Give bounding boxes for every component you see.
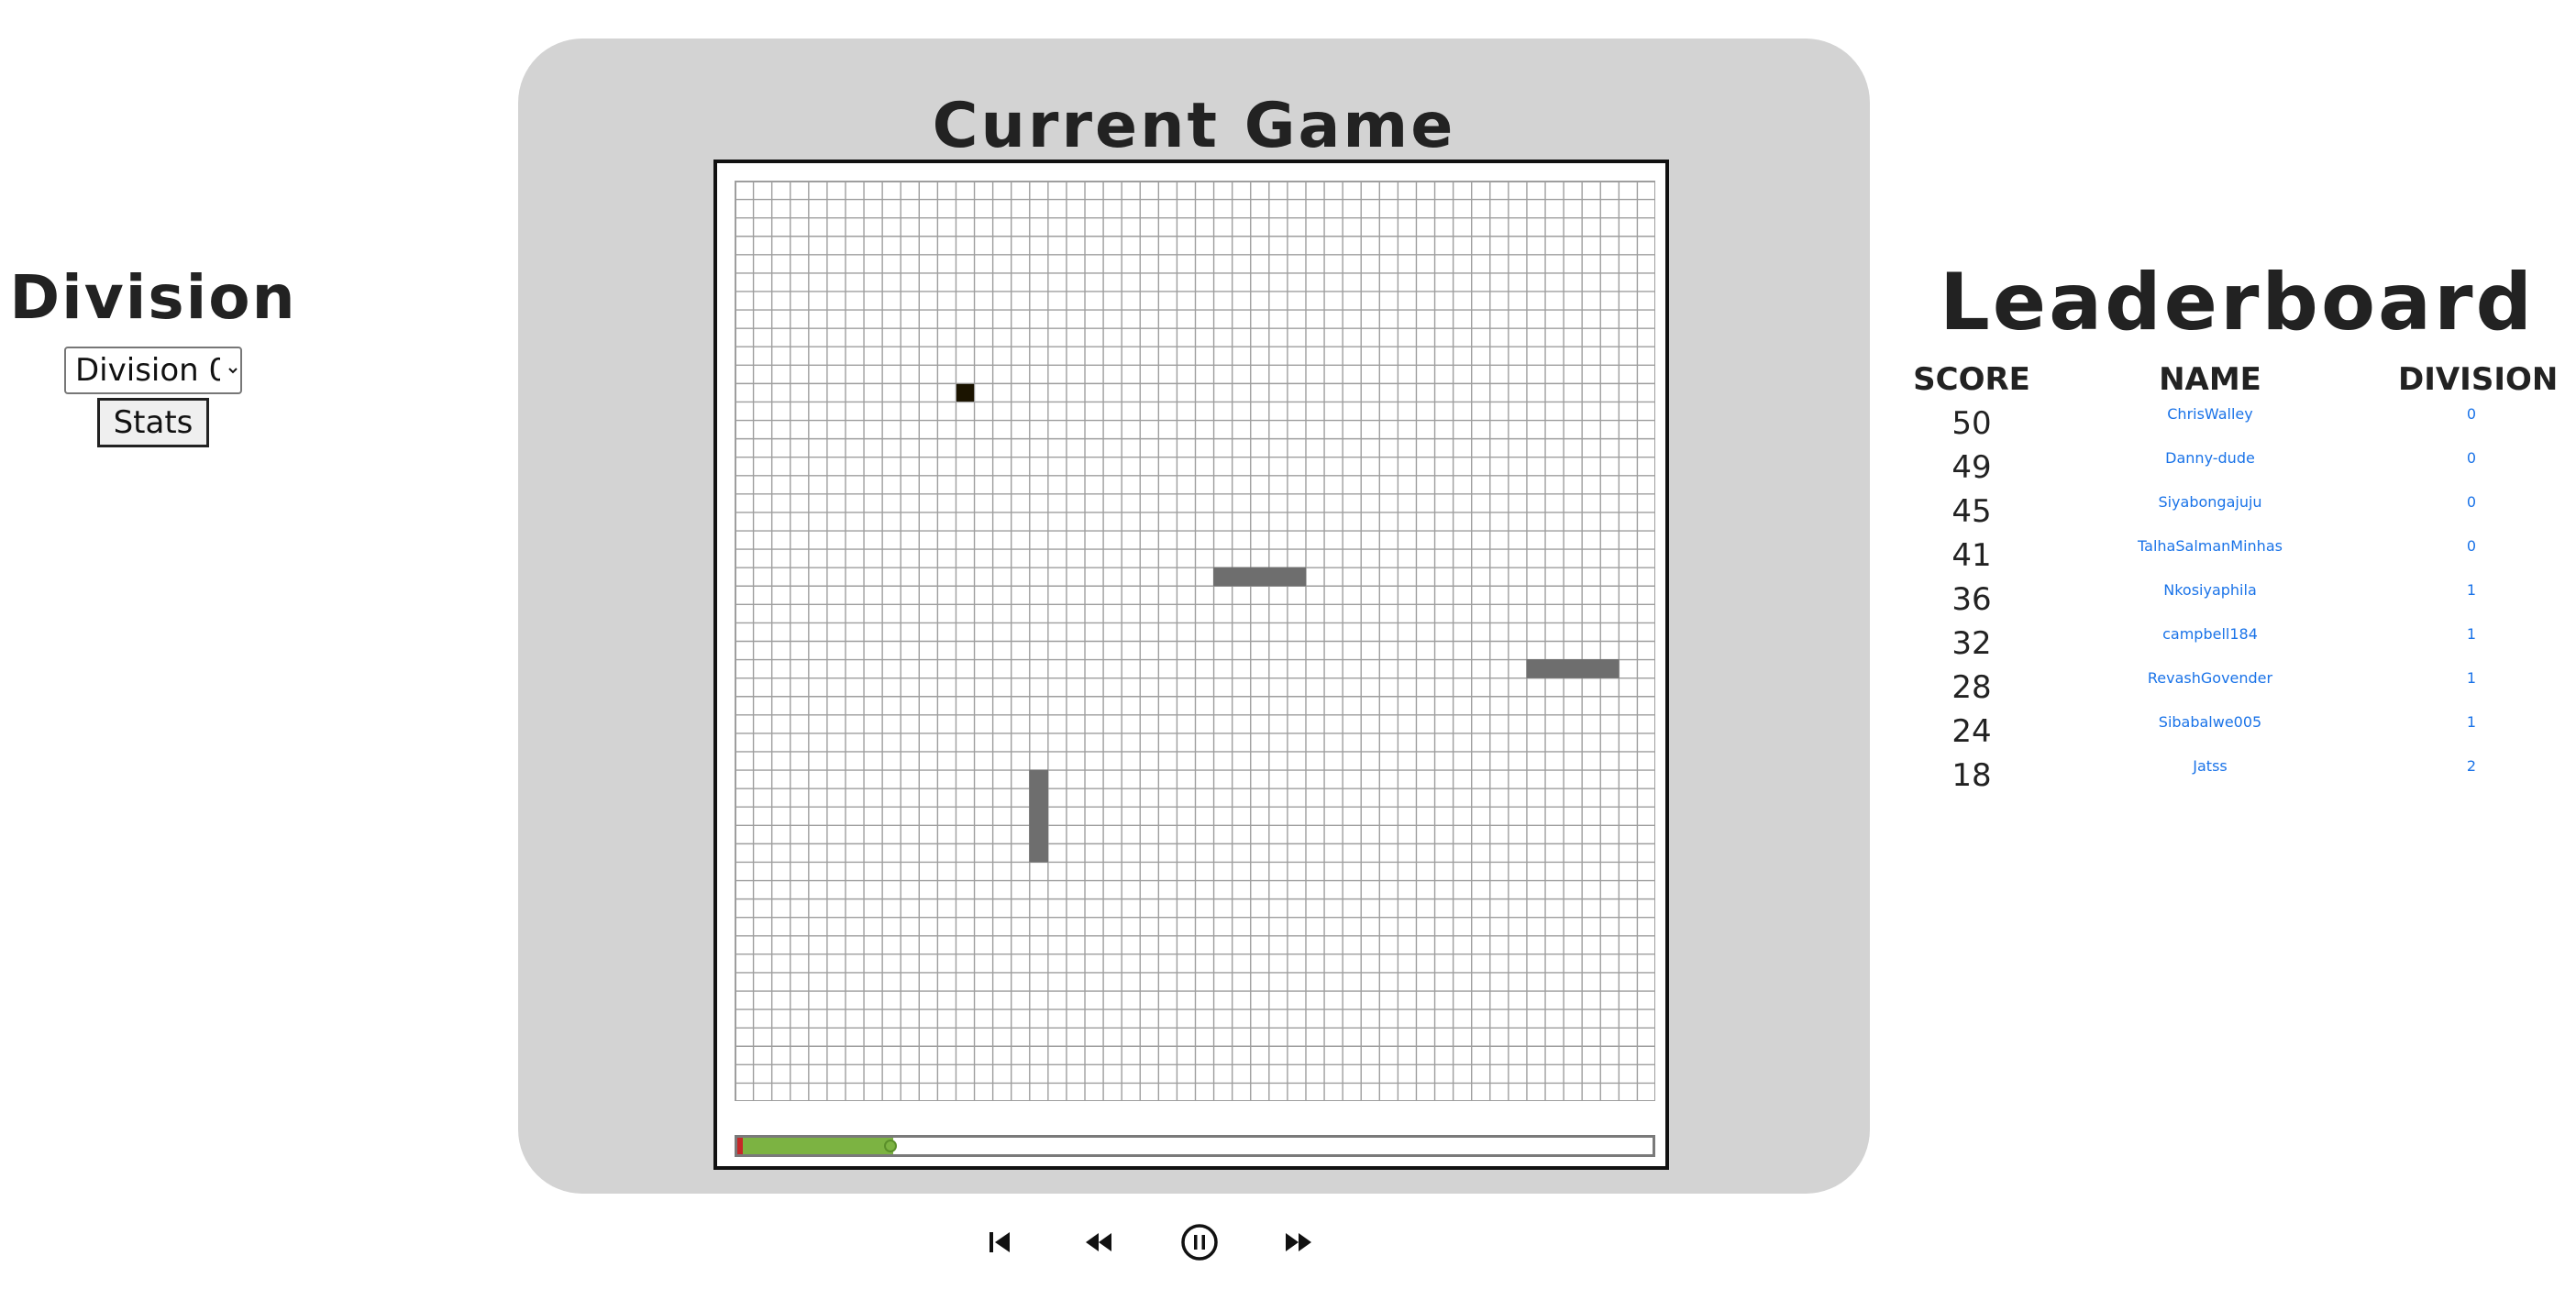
leaderboard-row: 41 TalhaSalmanMinhas 0: [1898, 537, 2576, 581]
leaderboard: Leaderboard SCORE NAME DIVISION 50 ChrisW…: [1898, 257, 2576, 801]
leaderboard-row: 50 ChrisWalley 0: [1898, 405, 2576, 449]
progress-handle[interactable]: [883, 1140, 897, 1152]
player-name-link[interactable]: Sibabalwe005: [2036, 713, 2384, 731]
score-cell: 24: [1951, 713, 1992, 750]
score-cell: 36: [1951, 581, 1992, 618]
game-frame: [713, 160, 1669, 1170]
leaderboard-row: 28 RevashGovender 1: [1898, 669, 2576, 713]
snake-segment: [1029, 843, 1048, 863]
playback-controls: [972, 1215, 1321, 1270]
player-name-link[interactable]: campbell184: [2036, 625, 2384, 643]
score-cell: 28: [1951, 669, 1992, 706]
score-cell: 50: [1951, 405, 1992, 442]
division-link[interactable]: 1: [2398, 625, 2545, 643]
current-game-card: Current Game: [518, 39, 1870, 1194]
player-name-link[interactable]: RevashGovender: [2036, 669, 2384, 687]
score-cell: 18: [1951, 757, 1992, 794]
snake-segment: [1029, 769, 1048, 789]
snake-segment: [1599, 659, 1620, 678]
score-cell: 49: [1951, 449, 1992, 486]
leaderboard-row: 18 Jatss 2: [1898, 757, 2576, 801]
snake-segment: [1250, 567, 1269, 587]
stats-button[interactable]: Stats: [97, 398, 209, 447]
snake: [1213, 567, 1307, 587]
player-name-link[interactable]: TalhaSalmanMinhas: [2036, 537, 2384, 555]
snake-segment: [1268, 567, 1288, 587]
division-link[interactable]: 1: [2398, 581, 2545, 599]
leaderboard-row: 49 Danny-dude 0: [1898, 449, 2576, 493]
snake-segment: [1029, 806, 1048, 826]
leaderboard-row: 24 Sibabalwe005 1: [1898, 713, 2576, 757]
player-name-link[interactable]: ChrisWalley: [2036, 405, 2384, 423]
division-link[interactable]: 1: [2398, 713, 2545, 731]
rewind-button[interactable]: [1071, 1215, 1126, 1270]
fast-forward-icon: [1286, 1233, 1311, 1251]
score-header: SCORE: [1913, 361, 2030, 398]
name-header: NAME: [2159, 361, 2261, 398]
division-panel: Division Division 0 Stats: [0, 257, 306, 447]
rewind-icon: [1086, 1233, 1111, 1251]
pause-button[interactable]: [1172, 1215, 1227, 1270]
game-board: [735, 181, 1655, 1101]
snake-segment: [1563, 659, 1583, 678]
snake-segment: [1526, 659, 1546, 678]
grid-lines: [735, 181, 1655, 1101]
snake-segment: [1544, 659, 1564, 678]
progress-fill: [737, 1138, 893, 1154]
score-cell: 45: [1951, 493, 1992, 530]
leaderboard-row: 36 Nkosiyaphila 1: [1898, 581, 2576, 625]
snake-segment: [1581, 659, 1601, 678]
snake-segment: [1287, 567, 1307, 587]
player-name-link[interactable]: Jatss: [2036, 757, 2384, 775]
leaderboard-row: 32 campbell184 1: [1898, 625, 2576, 669]
playback-progress-bar[interactable]: [735, 1135, 1655, 1157]
division-heading: Division: [9, 262, 297, 333]
division-link[interactable]: 0: [2398, 405, 2545, 423]
division-link[interactable]: 1: [2398, 669, 2545, 687]
apple: [956, 383, 975, 402]
leaderboard-row: 45 Siyabongajuju 0: [1898, 493, 2576, 537]
division-link[interactable]: 0: [2398, 449, 2545, 467]
skip-to-start-icon: [989, 1232, 1010, 1252]
progress-start-marker: [737, 1138, 743, 1154]
score-cell: 32: [1951, 625, 1992, 662]
score-cell: 41: [1951, 537, 1992, 574]
fast-forward-button[interactable]: [1271, 1215, 1326, 1270]
snake: [1029, 769, 1048, 863]
current-game-title: Current Game: [932, 90, 1456, 162]
player-name-link[interactable]: Nkosiyaphila: [2036, 581, 2384, 599]
snake-segment: [1232, 567, 1251, 587]
leaderboard-rows: 50 ChrisWalley 0 49 Danny-dude 0 45 Siyabongaju…: [1898, 405, 2576, 801]
leaderboard-title: Leaderboard: [1939, 257, 2536, 348]
division-link[interactable]: 2: [2398, 757, 2545, 775]
snake-segment: [1029, 788, 1048, 808]
division-header: DIVISION: [2398, 361, 2559, 398]
division-link[interactable]: 0: [2398, 493, 2545, 511]
leaderboard-table: SCORE NAME DIVISION 50 ChrisWalley 0 49 Dann…: [1898, 361, 2576, 801]
division-link[interactable]: 0: [2398, 537, 2545, 555]
pause-icon: [1181, 1224, 1218, 1261]
skip-to-start-button[interactable]: [972, 1215, 1027, 1270]
division-select[interactable]: Division 0: [64, 347, 242, 394]
snake: [1526, 659, 1620, 678]
player-name-link[interactable]: Siyabongajuju: [2036, 493, 2384, 511]
player-name-link[interactable]: Danny-dude: [2036, 449, 2384, 467]
snake-segment: [1213, 567, 1233, 587]
leaderboard-header-row: SCORE NAME DIVISION: [1898, 361, 2576, 405]
snake-segment: [1029, 824, 1048, 844]
